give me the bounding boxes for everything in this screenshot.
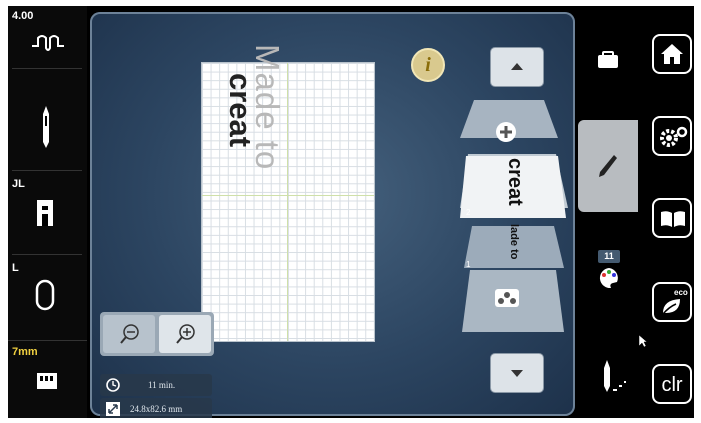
stitch-time: 11 min. — [148, 380, 176, 390]
zoom-out-icon — [120, 324, 139, 344]
design-layer-icon[interactable] — [494, 288, 520, 308]
scroll-down-button[interactable] — [491, 354, 543, 392]
stitch-length-label: 7mm — [12, 346, 38, 358]
hoop-icon[interactable] — [34, 278, 56, 312]
layer-label-creat[interactable]: creat — [503, 158, 526, 206]
cursor-icon — [638, 334, 648, 348]
embroidery-edit-area[interactable]: Made to creat i creat lade to 2 1 11 min… — [90, 12, 575, 418]
manual-button[interactable] — [652, 198, 692, 238]
design-text-creat[interactable]: creat — [222, 73, 258, 147]
presser-foot-label: JL — [12, 178, 25, 190]
color-count-badge: 11 — [598, 250, 620, 263]
clear-button[interactable]: clr — [652, 364, 692, 404]
info-icon[interactable]: i — [411, 48, 445, 82]
chevron-up-icon — [511, 63, 523, 70]
presser-foot-icon[interactable] — [34, 198, 56, 228]
stitch-width-value: 4.00 — [12, 10, 34, 22]
needle-icon[interactable] — [41, 104, 51, 150]
time-row: 11 min. — [100, 374, 212, 396]
resize-icon — [106, 402, 120, 416]
clock-icon — [106, 378, 120, 392]
size-row: 24.8x82.6 mm — [100, 398, 212, 418]
needle-stitch-icon[interactable] — [600, 358, 628, 394]
zoom-in-button[interactable] — [159, 315, 211, 353]
home-icon — [661, 44, 683, 64]
eco-icon — [662, 299, 680, 315]
tension-icon[interactable] — [30, 32, 66, 54]
scroll-up-button[interactable] — [491, 48, 543, 86]
design-size: 24.8x82.6 mm — [130, 404, 183, 414]
clr-label: clr — [661, 374, 683, 396]
screen: 4.00 JL L 7mm Made to creat i creat lade… — [8, 6, 694, 418]
folder-icon[interactable] — [596, 50, 620, 70]
pencil-icon[interactable] — [596, 152, 620, 180]
color-palette-icon[interactable] — [597, 266, 621, 290]
feed-label: L — [12, 262, 19, 274]
settings-button[interactable] — [652, 116, 692, 156]
eco-button[interactable]: eco — [652, 282, 692, 322]
layer-label-made-to[interactable]: lade to — [508, 224, 520, 259]
settings-icon — [660, 126, 688, 147]
layer-number: 2 — [466, 208, 471, 217]
zoom-panel — [100, 312, 214, 356]
layer-number: 1 — [466, 260, 471, 269]
home-button[interactable] — [652, 34, 692, 74]
chevron-down-icon — [511, 370, 523, 377]
zoom-out-button[interactable] — [103, 315, 155, 353]
manual-icon — [661, 211, 685, 227]
status-bar: 4.00 JL L 7mm — [8, 6, 87, 418]
zoom-in-icon — [176, 324, 195, 344]
add-icon[interactable] — [494, 120, 518, 144]
feed-dog-icon[interactable] — [36, 372, 58, 390]
